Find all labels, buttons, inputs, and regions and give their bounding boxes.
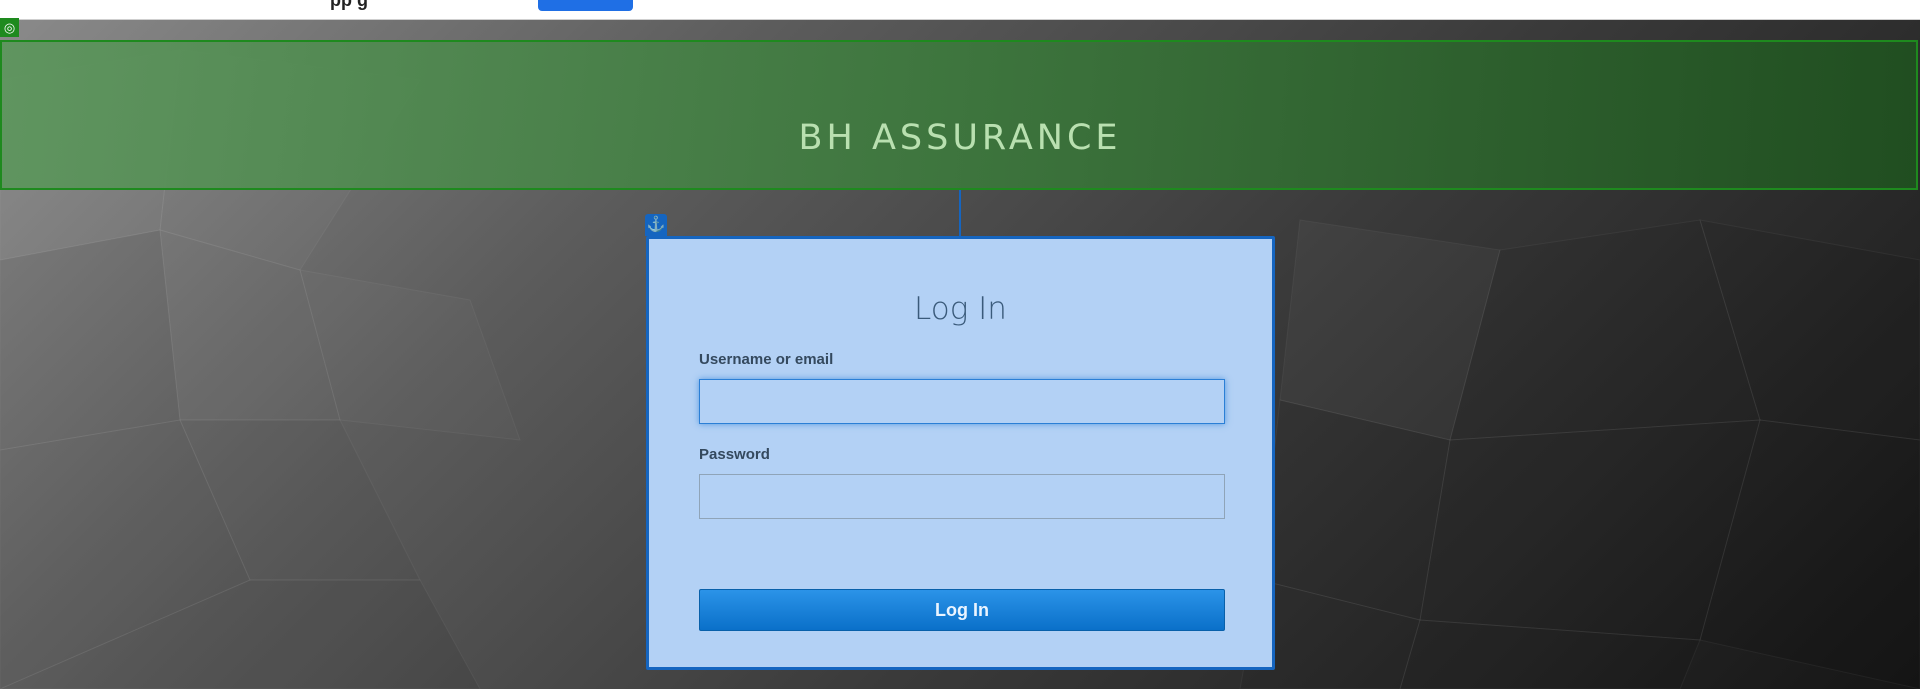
login-card: Log In Username or email Password Log In <box>646 236 1275 670</box>
header-card-connector <box>959 190 961 236</box>
brand-title: BH ASSURANCE <box>798 118 1122 158</box>
anchor-icon: ⚓ <box>645 214 667 236</box>
password-label: Password <box>699 446 770 463</box>
target-icon: ◎ <box>0 18 19 37</box>
top-strip-button[interactable] <box>538 0 633 11</box>
username-input[interactable] <box>699 379 1225 424</box>
password-input[interactable] <box>699 474 1225 519</box>
browser-top-strip: pp g <box>0 0 1920 20</box>
login-button[interactable]: Log In <box>699 589 1225 631</box>
username-label: Username or email <box>699 351 834 368</box>
top-strip-text: pp g <box>330 0 368 10</box>
login-title: Log In <box>914 291 1007 327</box>
brand-header-banner <box>0 40 1918 190</box>
